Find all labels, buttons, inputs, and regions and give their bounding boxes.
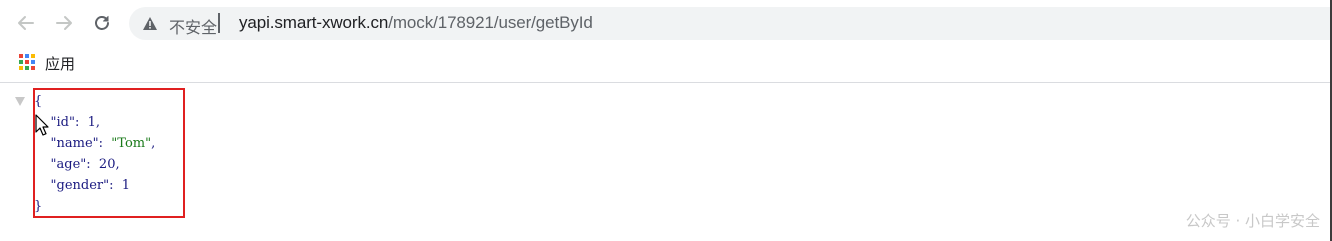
address-bar[interactable]: 不安全 yapi.smart-xwork.cn/mock/178921/user…: [129, 7, 1332, 40]
url-host: yapi.smart-xwork.cn: [239, 13, 389, 32]
url-path: /mock/178921/user/getById: [388, 13, 593, 32]
security-status-label[interactable]: 不安全: [169, 14, 217, 38]
mouse-cursor-icon: [35, 114, 49, 136]
bookmarks-bar: 应用: [0, 46, 1332, 83]
watermark: 公众号 · 小白学安全: [1185, 212, 1320, 230]
forward-button[interactable]: [50, 9, 78, 37]
collapse-triangle-icon[interactable]: [15, 97, 25, 106]
address-divider: [218, 13, 220, 33]
browser-toolbar: 不安全 yapi.smart-xwork.cn/mock/178921/user…: [0, 0, 1332, 46]
url-text[interactable]: yapi.smart-xwork.cn/mock/178921/user/get…: [239, 13, 593, 33]
apps-bookmark-label[interactable]: 应用: [45, 53, 75, 74]
apps-grid-icon[interactable]: [19, 54, 35, 70]
arrow-right-icon: [56, 16, 72, 30]
red-highlight-box: [33, 88, 185, 218]
reload-button[interactable]: [88, 9, 116, 37]
arrow-left-icon: [18, 16, 34, 30]
warning-icon[interactable]: [142, 16, 158, 31]
page-content: { "id": 1, "name": "Tom", "age": 20, "ge…: [0, 83, 1332, 241]
reload-icon: [95, 15, 109, 30]
back-button[interactable]: [12, 9, 40, 37]
browser-window: 不安全 yapi.smart-xwork.cn/mock/178921/user…: [0, 0, 1332, 241]
